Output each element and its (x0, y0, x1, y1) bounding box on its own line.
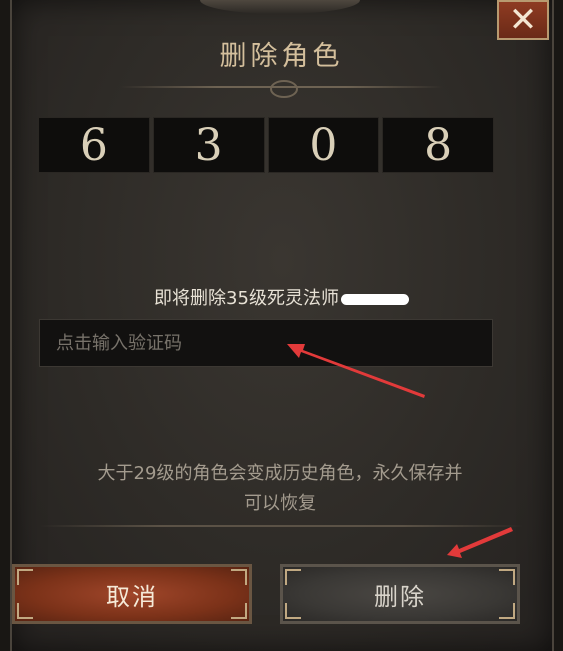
history-info-line1: 大于29级的角色会变成历史角色，永久保存并 (97, 463, 463, 484)
history-info-line2: 可以恢复 (244, 493, 316, 514)
corner-ornament (231, 569, 247, 585)
history-info: 大于29级的角色会变成历史角色，永久保存并 可以恢复 (30, 459, 530, 519)
corner-ornament (499, 569, 515, 585)
corner-ornament (285, 569, 301, 585)
close-icon: ✕ (508, 0, 538, 40)
delete-button[interactable]: 删除 (280, 564, 520, 624)
code-digit: 3 (152, 117, 265, 173)
redacted-character-name (340, 293, 409, 305)
code-digit: 6 (38, 117, 150, 173)
corner-ornament (17, 603, 33, 619)
delete-warning-text: 即将删除35级死灵法师 (154, 288, 339, 309)
code-digit: 0 (267, 117, 380, 173)
title-divider-ornament (270, 80, 298, 98)
dialog-title: 删除角色 (219, 41, 344, 72)
annotation-arrow-icon (447, 527, 513, 558)
corner-ornament (499, 603, 515, 619)
corner-ornament (17, 569, 33, 585)
delete-warning: 即将删除35级死灵法师 (0, 284, 563, 310)
verification-code-display: 6 3 0 8 (38, 117, 494, 173)
code-digit: 8 (382, 117, 494, 173)
corner-ornament (285, 603, 301, 619)
cancel-button-label: 取消 (106, 582, 158, 611)
annotation-arrow-icon (287, 344, 425, 398)
close-button[interactable]: ✕ (497, 0, 549, 40)
delete-button-label: 删除 (374, 582, 426, 611)
corner-ornament (231, 603, 247, 619)
cancel-button[interactable]: 取消 (12, 564, 252, 624)
